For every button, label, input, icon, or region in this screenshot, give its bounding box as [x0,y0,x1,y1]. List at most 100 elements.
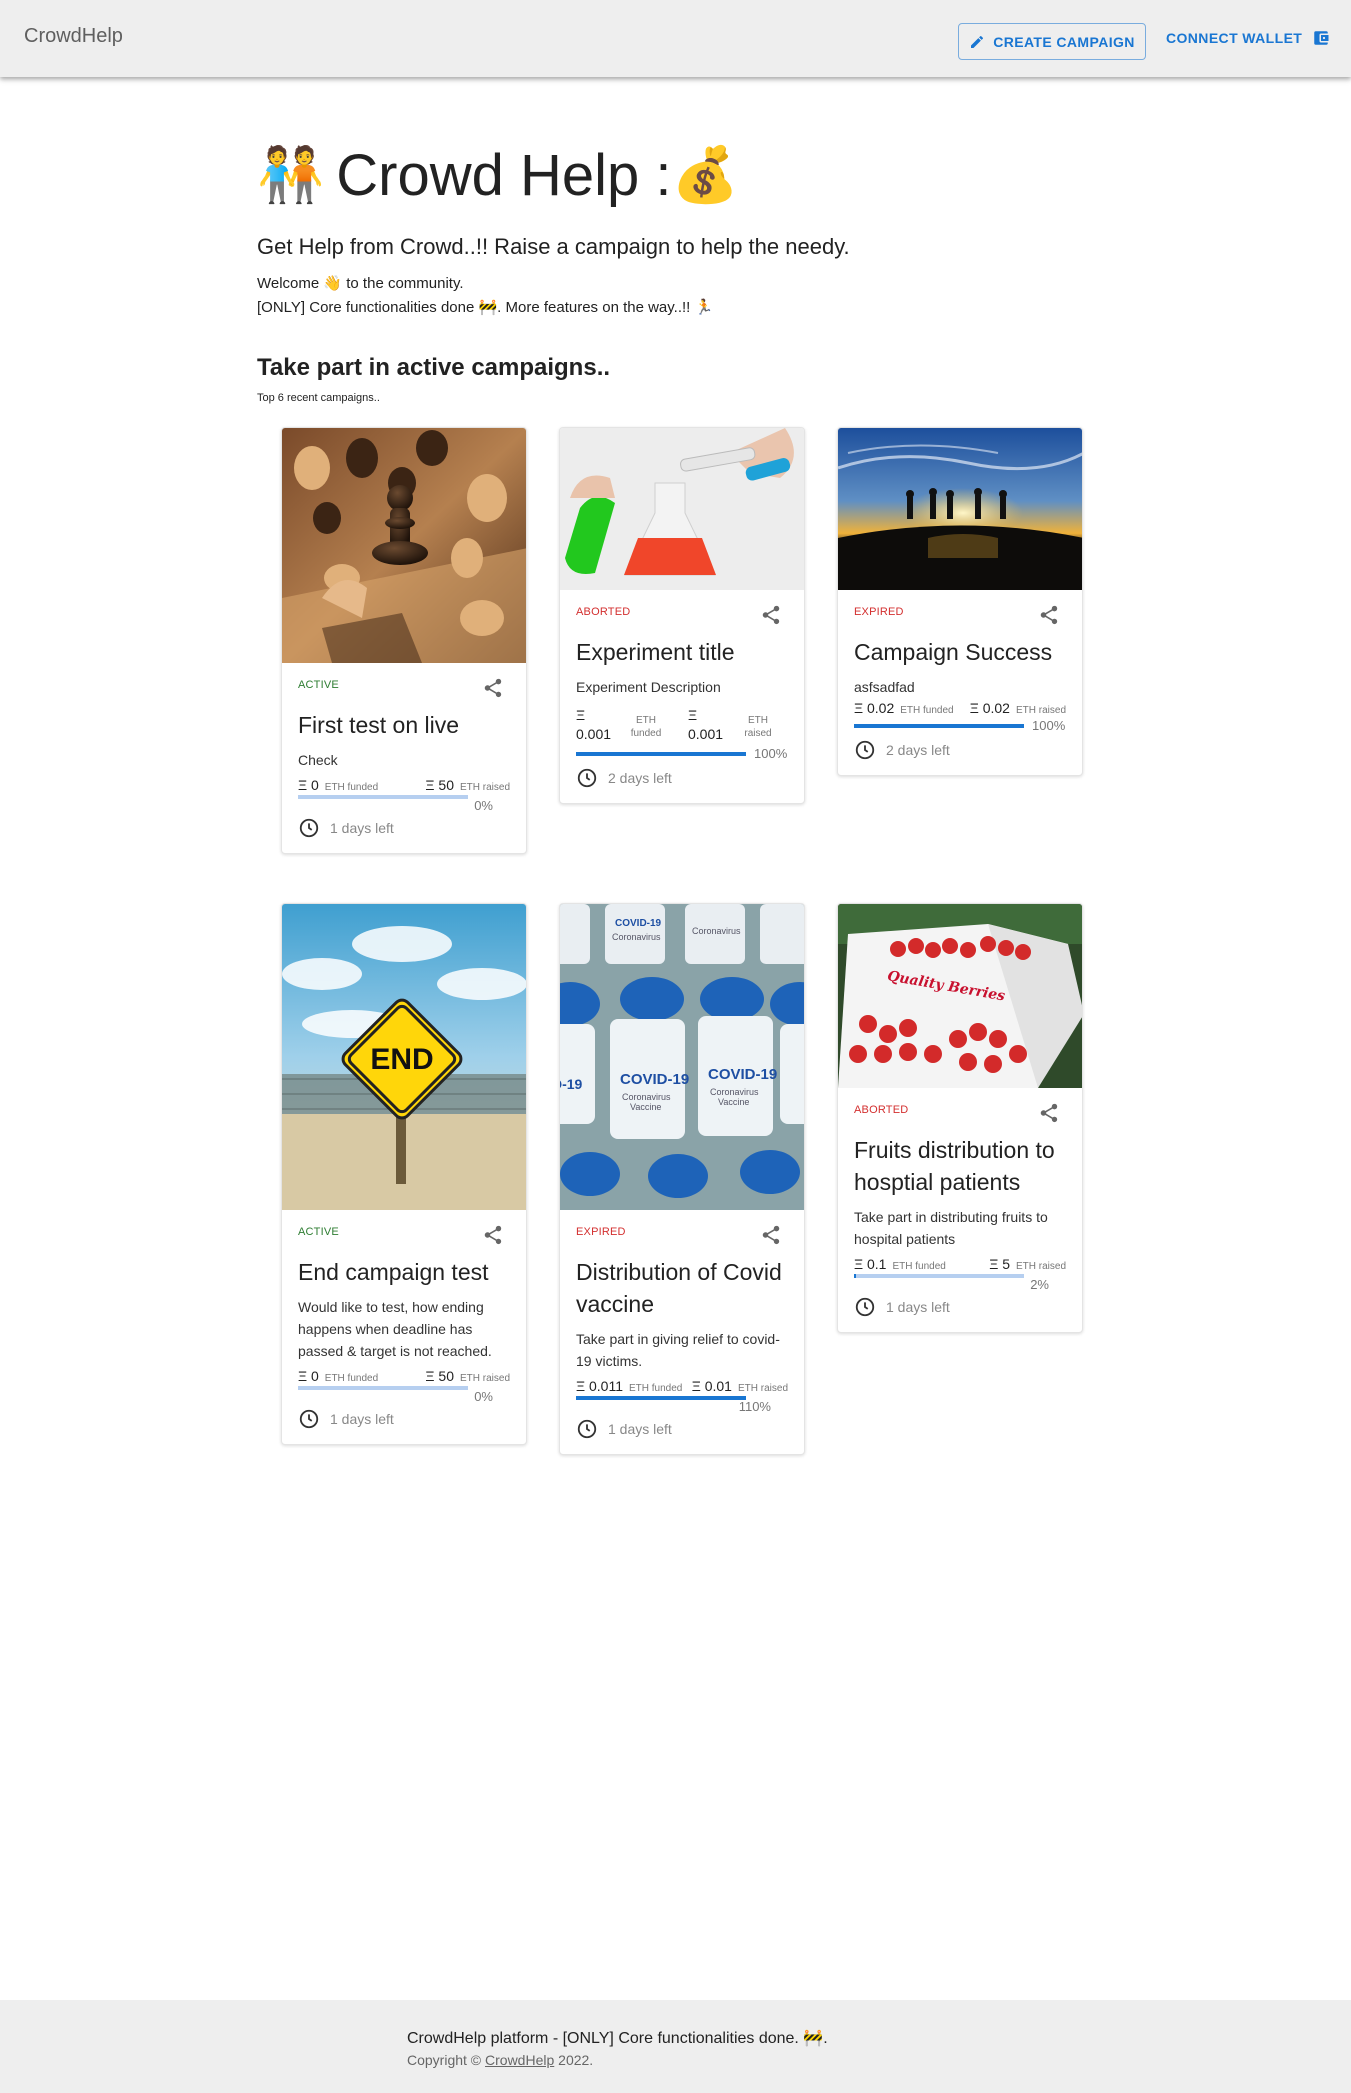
campaign-card[interactable]: COVID-19 COVID-19 D-19 COVID-19 Coronavi… [559,903,805,1455]
eth-raised-value: Ξ 0.01 [691,1378,732,1394]
campaign-title[interactable]: First test on live [298,709,510,741]
eth-raised-label: ETH raised [1015,705,1066,716]
campaign-image: Quality Berries [838,904,1082,1088]
campaign-title[interactable]: Experiment title [576,636,788,668]
days-left: 1 days left [298,1408,510,1430]
eth-raised-value: Ξ 5 [989,1256,1010,1272]
campaign-title[interactable]: End campaign test [298,1256,510,1288]
core-functionality-text: [ONLY] Core functionalities done 🚧. More… [257,299,714,316]
days-left-text: 1 days left [608,1421,672,1437]
eth-raised-value: Ξ 0.001 [688,707,724,742]
eth-funded-value: Ξ 0.02 [854,700,895,716]
campaign-stats: Ξ 0.001 ETH funded Ξ 0.001 ETH raised [576,706,788,744]
clock-icon [855,1297,875,1317]
page-title: 🧑‍🤝‍🧑 Crowd Help : 💰 [257,140,1117,210]
campaign-description: Would like to test, how ending happens w… [298,1299,492,1359]
footer-text: CrowdHelp platform - [ONLY] Core functio… [407,2030,828,2047]
campaign-card[interactable]: END ACTIVE End campaign test Would like … [281,903,527,1445]
share-icon[interactable] [482,1224,504,1246]
people-holding-hands-icon: 🧑‍🤝‍🧑 [257,144,325,205]
app-bar: CrowdHelp CREATE CAMPAIGN CONNECT WALLET [0,0,1351,77]
share-icon[interactable] [1038,1102,1060,1124]
campaign-description: asfsadfad [854,679,915,695]
brand-logo[interactable]: CrowdHelp [24,25,123,48]
progress-percent: 0% [474,798,493,813]
campaign-description: Take part in distributing fruits to hosp… [854,1209,1048,1247]
campaign-description: Check [298,752,338,768]
share-icon[interactable] [1038,604,1060,626]
footer-brand-link[interactable]: CrowdHelp [485,2052,554,2068]
create-campaign-button[interactable]: CREATE CAMPAIGN [958,23,1146,60]
status-badge: ACTIVE [298,1226,339,1238]
campaign-card[interactable]: Quality Berries ABORTED Fruits distribut… [837,903,1083,1333]
clock-icon [299,818,319,838]
eth-funded-label: ETH funded [324,1373,379,1384]
eth-raised-value: Ξ 50 [425,777,454,793]
page-title-text: Crowd Help : [336,142,672,208]
days-left: 2 days left [854,739,1066,761]
campaign-title[interactable]: Campaign Success [854,636,1066,668]
eth-funded-value: Ξ 0.1 [854,1256,887,1272]
copyright-suffix: 2022. [554,2052,594,2068]
status-badge: ABORTED [576,606,631,618]
progress-fill [854,723,1024,728]
money-bag-icon: 💰 [671,144,739,205]
days-left-text: 2 days left [886,742,950,758]
svg-text:Coronavirus: Coronavirus [710,1087,759,1097]
eth-raised-label: ETH raised [737,1383,788,1394]
share-icon[interactable] [760,1224,782,1246]
campaign-stats: Ξ 0.02 ETH funded Ξ 0.02 ETH raised [854,700,1066,716]
days-left: 1 days left [576,1418,788,1440]
campaign-card[interactable]: ABORTED Experiment title Experiment Desc… [559,427,805,804]
svg-text:Coronavirus: Coronavirus [622,1092,671,1102]
page-subtitle: Get Help from Crowd..!! Raise a campaign… [257,234,850,259]
progress-fill [576,751,746,756]
clock-icon [299,1409,319,1429]
campaign-title[interactable]: Fruits distribution to hosptial patients [854,1134,1066,1198]
eth-raised-label: ETH raised [459,1373,510,1384]
welcome-text: Welcome 👋 to the community. [257,275,464,292]
section-caption: Top 6 recent campaigns.. [257,392,380,404]
progress-bar [576,751,746,756]
eth-funded-label: ETH funded [630,715,662,739]
svg-text:COVID-19: COVID-19 [708,1066,777,1083]
campaign-stats: Ξ 0.011 ETH funded Ξ 0.01 ETH raised [576,1378,788,1394]
campaign-card[interactable]: ACTIVE First test on live Check Ξ 0 ETH f… [281,427,527,854]
eth-funded-value: Ξ 0 [298,1368,319,1384]
svg-text:COVID-19: COVID-19 [615,918,662,929]
connect-wallet-label: CONNECT WALLET [1166,30,1303,46]
section-title: Take part in active campaigns.. [257,354,611,381]
svg-text:Coronavirus: Coronavirus [692,926,741,936]
eth-raised-label: ETH raised [744,715,772,739]
hero-section: 🧑‍🤝‍🧑 Crowd Help : 💰 Get Help from Crowd… [257,140,1117,317]
eth-funded-label: ETH funded [892,1261,946,1272]
days-left: 1 days left [298,817,510,839]
progress-bar [298,1386,468,1390]
share-icon[interactable] [482,677,504,699]
days-left-text: 1 days left [330,820,394,836]
eth-funded-label: ETH funded [324,782,379,793]
campaign-title[interactable]: Distribution of Covid vaccine [576,1256,788,1320]
connect-wallet-button[interactable]: CONNECT WALLET [1166,26,1330,50]
days-left-text: 2 days left [608,770,672,786]
svg-text:Vaccine: Vaccine [718,1097,749,1107]
eth-raised-value: Ξ 0.02 [969,700,1010,716]
progress-bar [854,723,1024,728]
days-left: 1 days left [854,1296,1066,1318]
progress-fill [854,1274,856,1278]
progress-bar [298,795,468,799]
share-icon[interactable] [760,604,782,626]
eth-funded-value: Ξ 0 [298,777,319,793]
eth-funded-label: ETH funded [628,1383,683,1394]
campaign-image [560,428,804,590]
eth-raised-label: ETH raised [1015,1261,1066,1272]
days-left-text: 1 days left [330,1411,394,1427]
campaign-stats: Ξ 0.1 ETH funded Ξ 5 ETH raised [854,1256,1066,1272]
progress-percent: 100% [754,746,788,761]
eth-funded-label: ETH funded [900,705,954,716]
progress-percent: 2% [1030,1277,1049,1292]
progress-bar [576,1396,746,1400]
campaign-card[interactable]: EXPIRED Campaign Success asfsadfad Ξ 0.0… [837,427,1083,776]
status-badge: ACTIVE [298,679,339,691]
progress-bar [854,1274,1024,1278]
